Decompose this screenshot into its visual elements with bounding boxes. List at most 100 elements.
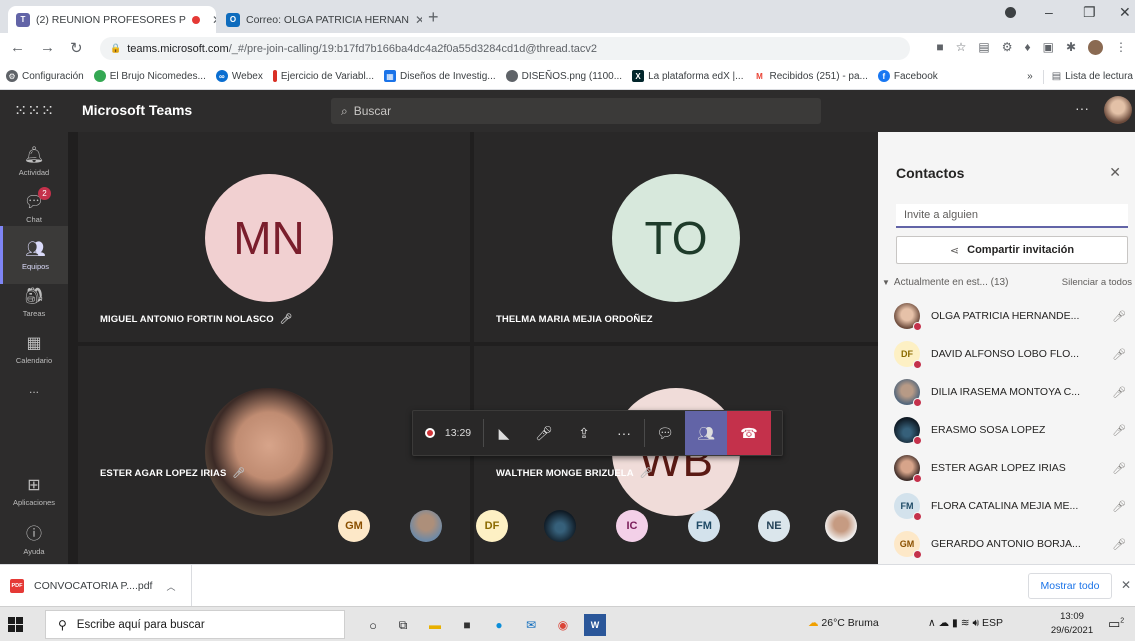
- download-item[interactable]: PDF CONVOCATORIA P....pdf ︿: [0, 565, 192, 607]
- participant-row[interactable]: FM FLORA CATALINA MEJIA ME... 🎤︎: [894, 487, 1126, 525]
- cortana-icon[interactable]: ○: [362, 614, 384, 636]
- bookmark-item[interactable]: El Brujo Nicomedes...: [93, 70, 206, 82]
- minimize-icon[interactable]: –: [1045, 4, 1053, 20]
- reload-icon[interactable]: ↻: [70, 39, 83, 57]
- system-clock[interactable]: 13:09 29/6/2021: [1050, 610, 1094, 638]
- participant-tile[interactable]: MN MIGUEL ANTONIO FORTIN NOLASCO 🎤︎: [78, 132, 470, 342]
- taskbar-search-input[interactable]: ⚲ Escribe aquí para buscar: [45, 610, 345, 639]
- battery-icon[interactable]: ▮: [952, 617, 958, 629]
- windows-start-icon[interactable]: [8, 617, 23, 632]
- reading-list-button[interactable]: Lista de lectura: [1065, 71, 1133, 82]
- store-icon[interactable]: ■: [456, 614, 478, 636]
- rail-item-help[interactable]: ⓘ Ayuda: [0, 509, 68, 567]
- close-tab-icon[interactable]: ✕: [409, 13, 422, 27]
- call-controls-bar: 13:29 ◣ 🎤︎ ⇪ ··· 💬︎ 👥︎ ☎: [412, 410, 783, 456]
- chevron-down-icon[interactable]: ▼: [882, 278, 890, 287]
- file-explorer-icon[interactable]: ▬: [424, 614, 446, 636]
- profile-avatar[interactable]: [1088, 40, 1103, 55]
- tab-teams-meeting[interactable]: T (2) REUNION PROFESORES P ✕: [8, 6, 216, 33]
- url-input[interactable]: 🔒 teams.microsoft.com /_#/pre-join-calli…: [100, 37, 910, 60]
- mic-off-icon[interactable]: 🎤︎: [1112, 538, 1126, 551]
- mic-off-icon[interactable]: 🎤︎: [1112, 462, 1126, 475]
- participant-row[interactable]: DF DAVID ALFONSO LOBO FLO... 🎤︎: [894, 335, 1126, 373]
- user-avatar[interactable]: [1104, 96, 1132, 124]
- mic-off-icon[interactable]: 🎤︎: [1112, 348, 1126, 361]
- bookmark-item[interactable]: X La plataforma edX |...: [632, 70, 744, 82]
- camera-permission-icon[interactable]: ■: [936, 40, 943, 55]
- volume-icon[interactable]: 🔊︎: [972, 617, 979, 629]
- bookmark-item[interactable]: ⚙ Configuración: [6, 70, 84, 82]
- notifications-icon[interactable]: ▭2: [1108, 616, 1124, 632]
- extension-icon[interactable]: ▣: [1043, 40, 1054, 55]
- mic-off-icon[interactable]: 🎤︎: [1112, 424, 1126, 437]
- show-all-downloads-button[interactable]: Mostrar todo: [1028, 573, 1112, 599]
- bookmark-item[interactable]: ∞ Webex: [215, 70, 263, 82]
- bookmarks-overflow-icon[interactable]: »: [1027, 71, 1033, 82]
- search-input[interactable]: ⌕ Buscar: [331, 98, 821, 124]
- wifi-icon[interactable]: ≋: [961, 617, 970, 629]
- participant-row[interactable]: GM GERARDO ANTONIO BORJA... 🎤︎: [894, 525, 1126, 563]
- rail-more-apps[interactable]: ...: [0, 360, 68, 418]
- close-window-icon[interactable]: ✕: [1119, 4, 1131, 21]
- close-icon[interactable]: ✕: [1109, 164, 1121, 181]
- extension-icon[interactable]: ♦: [1024, 40, 1030, 55]
- new-tab-icon[interactable]: +: [428, 7, 439, 28]
- chrome-icon[interactable]: ◉: [552, 614, 574, 636]
- participant-row[interactable]: ERASMO SOSA LOPEZ 🎤︎: [894, 411, 1126, 449]
- mute-button[interactable]: 🎤︎: [524, 411, 564, 455]
- participant-row[interactable]: DILIA IRASEMA MONTOYA C... 🎤︎: [894, 373, 1126, 411]
- weather-widget[interactable]: ☁ 26°C Bruma: [808, 617, 879, 629]
- mute-all-link[interactable]: Silenciar a todos: [1062, 277, 1132, 288]
- close-icon[interactable]: ✕: [1121, 578, 1131, 592]
- participant-thumbnail[interactable]: FM: [688, 510, 720, 542]
- extensions-icon[interactable]: ✱: [1066, 40, 1076, 55]
- app-launcher-icon[interactable]: ⁙⁙⁙: [0, 90, 68, 132]
- participant-thumbnail[interactable]: IC: [616, 510, 648, 542]
- bookmark-item[interactable]: DISEÑOS.png (1100...: [505, 70, 622, 82]
- bookmark-star-icon[interactable]: ☆: [956, 40, 967, 55]
- extension-puzzle-icon[interactable]: ⚙: [1002, 40, 1013, 55]
- share-screen-button[interactable]: ⇪: [564, 411, 604, 455]
- maximize-icon[interactable]: ❐: [1083, 4, 1096, 21]
- profile-dot-icon[interactable]: [1005, 7, 1016, 18]
- bookmark-item[interactable]: f Facebook: [877, 70, 938, 82]
- task-view-icon[interactable]: ⧉: [392, 614, 414, 636]
- participant-thumbnail[interactable]: [544, 510, 576, 542]
- share-invite-button[interactable]: ⋖ Compartir invitación: [896, 236, 1128, 264]
- leave-call-button[interactable]: ☎: [727, 411, 771, 455]
- mic-off-icon[interactable]: 🎤︎: [1112, 500, 1126, 513]
- invite-input[interactable]: Invite a alguien: [896, 204, 1128, 228]
- close-tab-icon[interactable]: ✕: [206, 13, 216, 27]
- edge-icon[interactable]: ●: [488, 614, 510, 636]
- forward-icon[interactable]: →: [40, 39, 55, 56]
- chat-button[interactable]: 💬︎: [645, 411, 685, 455]
- participant-thumbnail[interactable]: NE: [758, 510, 790, 542]
- chevron-up-icon[interactable]: ∧: [928, 617, 936, 629]
- more-actions-button[interactable]: ···: [604, 411, 644, 455]
- bookmark-item[interactable]: M Recibidos (251) - pa...: [753, 70, 868, 82]
- word-icon[interactable]: W: [584, 614, 606, 636]
- camera-off-button[interactable]: ◣: [484, 411, 524, 455]
- mail-icon[interactable]: ✉: [520, 614, 542, 636]
- participant-thumbnail[interactable]: [825, 510, 857, 542]
- more-options-icon[interactable]: ···: [1075, 100, 1089, 116]
- chevron-up-icon[interactable]: ︿: [166, 580, 175, 593]
- language-indicator[interactable]: ESP: [982, 617, 1003, 629]
- tab-outlook-mail[interactable]: O Correo: OLGA PATRICIA HERNAN ✕: [218, 6, 422, 33]
- onedrive-icon[interactable]: ☁: [939, 617, 950, 629]
- participant-tile[interactable]: TO THELMA MARIA MEJIA ORDOÑEZ: [474, 132, 878, 342]
- participant-row[interactable]: OLGA PATRICIA HERNANDE... 🎤︎: [894, 297, 1126, 335]
- mic-off-icon[interactable]: 🎤︎: [1112, 310, 1126, 323]
- back-icon[interactable]: ←: [10, 39, 25, 56]
- extension-doc-icon[interactable]: ▤: [978, 40, 989, 55]
- participant-row[interactable]: ESTER AGAR LOPEZ IRIAS 🎤︎: [894, 449, 1126, 487]
- bookmark-item[interactable]: Ejercicio de Variabl...: [272, 70, 374, 82]
- participant-thumbnail[interactable]: [410, 510, 442, 542]
- menu-kebab-icon[interactable]: ⋮: [1115, 40, 1127, 55]
- participant-thumbnail[interactable]: DF: [476, 510, 508, 542]
- mic-off-icon[interactable]: 🎤︎: [1112, 386, 1126, 399]
- bookmark-item[interactable]: ▦ Diseños de Investig...: [384, 70, 496, 82]
- tasks-icon: 🎒︎: [23, 288, 45, 305]
- participants-button[interactable]: 👥︎: [685, 411, 727, 455]
- participant-thumbnail[interactable]: GM: [338, 510, 370, 542]
